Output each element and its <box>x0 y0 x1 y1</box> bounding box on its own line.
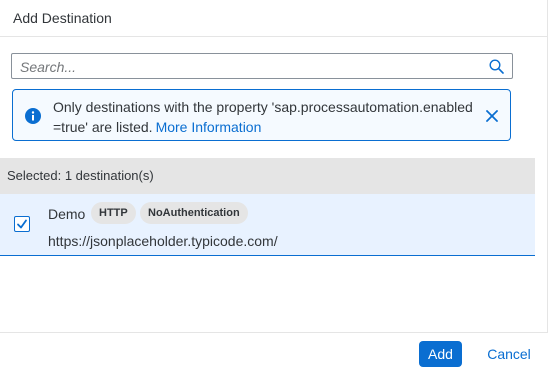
dialog-footer: Add Cancel <box>0 332 548 369</box>
search-field[interactable] <box>11 53 513 79</box>
destination-type-tag: HTTP <box>91 202 136 224</box>
destination-url: https://jsonplaceholder.typicode.com/ <box>48 233 278 249</box>
dialog-header: Add Destination <box>0 0 548 37</box>
search-icon[interactable] <box>489 59 504 74</box>
close-icon[interactable] <box>486 109 498 122</box>
info-message-text: Only destinations with the property 'sap… <box>53 97 483 137</box>
destination-auth-tag: NoAuthentication <box>140 202 248 224</box>
add-button[interactable]: Add <box>419 341 462 367</box>
dialog-title: Add Destination <box>13 10 112 26</box>
info-message-strip: Only destinations with the property 'sap… <box>12 89 511 141</box>
destination-checkbox[interactable] <box>14 216 30 232</box>
add-destination-dialog: Add Destination Only destinations with t… <box>0 0 548 369</box>
destination-name: Demo <box>48 206 86 222</box>
info-icon <box>25 108 41 124</box>
cancel-button[interactable]: Cancel <box>480 341 538 367</box>
search-input[interactable] <box>20 58 470 76</box>
selection-summary: Selected: 1 destination(s) <box>7 168 154 183</box>
more-information-link[interactable]: More Information <box>156 119 262 135</box>
selection-summary-bar: Selected: 1 destination(s) <box>0 158 535 194</box>
checkmark-icon <box>17 219 27 229</box>
info-message: Only destinations with the property 'sap… <box>53 99 473 135</box>
destination-list-item[interactable]: Demo HTTP NoAuthentication https://jsonp… <box>0 194 535 256</box>
